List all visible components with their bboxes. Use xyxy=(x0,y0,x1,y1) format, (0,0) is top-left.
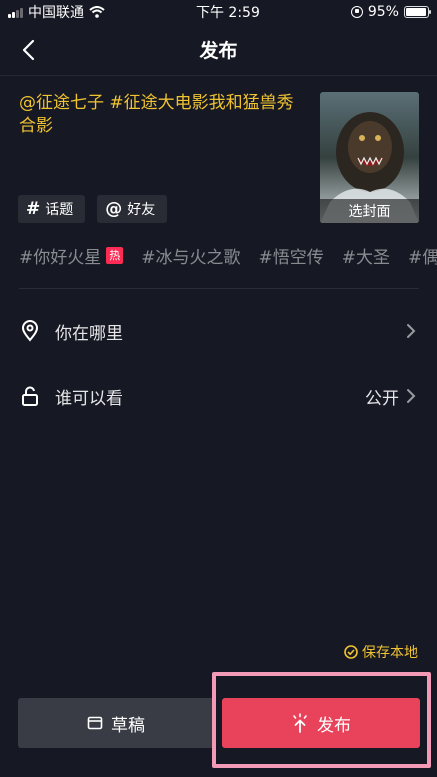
save-local-toggle[interactable]: 保存本地 xyxy=(344,642,418,662)
back-button[interactable] xyxy=(14,36,42,64)
hot-badge: 热 xyxy=(106,246,124,264)
tag-buttons: # 话题 @ 好友 xyxy=(18,195,168,223)
navigation-bar: 发布 xyxy=(0,24,437,76)
divider xyxy=(19,288,419,289)
suggested-tag-label: #悟空传 xyxy=(258,247,324,268)
suggested-tag[interactable]: #你好火星 热 xyxy=(19,242,124,268)
hashtag-icon: # xyxy=(26,199,41,219)
chevron-right-icon xyxy=(407,324,416,338)
visibility-value: 公开 xyxy=(365,388,399,409)
location-pin-icon xyxy=(19,320,41,342)
suggested-tag-label: #你好火星 xyxy=(19,247,102,268)
page-title: 发布 xyxy=(199,40,238,62)
cover-thumbnail[interactable]: 选封面 xyxy=(320,92,419,223)
status-right: 95% xyxy=(350,4,431,20)
draft-label: 草稿 xyxy=(111,715,145,736)
status-bar: 中国联通 下午 2:59 95% xyxy=(0,0,437,24)
caption-input[interactable]: @征途七子 #征途大电影我和猛兽秀合影 xyxy=(19,92,309,138)
suggested-tag[interactable]: #冰与火之歌 xyxy=(141,242,240,268)
publish-label: 发布 xyxy=(317,715,351,736)
chevron-right-icon xyxy=(407,389,416,403)
rotation-lock-icon xyxy=(350,6,363,18)
at-icon: @ xyxy=(105,199,123,219)
carrier-label: 中国联通 xyxy=(28,5,84,21)
status-time: 下午 2:59 xyxy=(195,5,260,21)
draft-box-icon xyxy=(87,716,103,730)
signal-icon xyxy=(8,7,23,18)
battery-percent: 95% xyxy=(367,4,399,20)
suggested-tag-label: #大圣 xyxy=(341,247,390,268)
wifi-icon xyxy=(89,6,105,18)
upload-arrow-icon xyxy=(293,713,307,733)
chevron-left-icon xyxy=(22,39,35,61)
friend-label: 好友 xyxy=(127,202,156,218)
location-label: 你在哪里 xyxy=(55,323,123,344)
visibility-label: 谁可以看 xyxy=(55,388,123,409)
topic-label: 话题 xyxy=(45,202,74,218)
unlock-icon xyxy=(19,385,41,407)
suggested-tag[interactable]: #大圣 xyxy=(342,242,390,268)
status-left: 中国联通 xyxy=(8,2,105,22)
location-row[interactable]: 你在哪里 xyxy=(0,306,437,356)
save-local-label: 保存本地 xyxy=(362,645,418,661)
check-circle-icon xyxy=(344,645,358,659)
draft-button[interactable]: 草稿 xyxy=(18,698,214,748)
visibility-row[interactable]: 谁可以看 公开 xyxy=(0,371,437,421)
suggested-tag-label: #冰与火之歌 xyxy=(141,247,241,268)
suggested-tags: #你好火星 热 #冰与火之歌 #悟空传 #大圣 #偶 xyxy=(19,242,437,268)
select-cover-button[interactable]: 选封面 xyxy=(320,199,419,223)
suggested-tag[interactable]: #悟空传 xyxy=(259,242,324,268)
friend-button[interactable]: @ 好友 xyxy=(97,195,168,223)
battery-icon xyxy=(403,6,431,18)
suggested-tag[interactable]: #偶 xyxy=(408,242,437,268)
suggested-tag-label: #偶 xyxy=(408,247,437,268)
topic-button[interactable]: # 话题 xyxy=(18,195,86,223)
publish-button[interactable]: 发布 xyxy=(222,698,420,748)
